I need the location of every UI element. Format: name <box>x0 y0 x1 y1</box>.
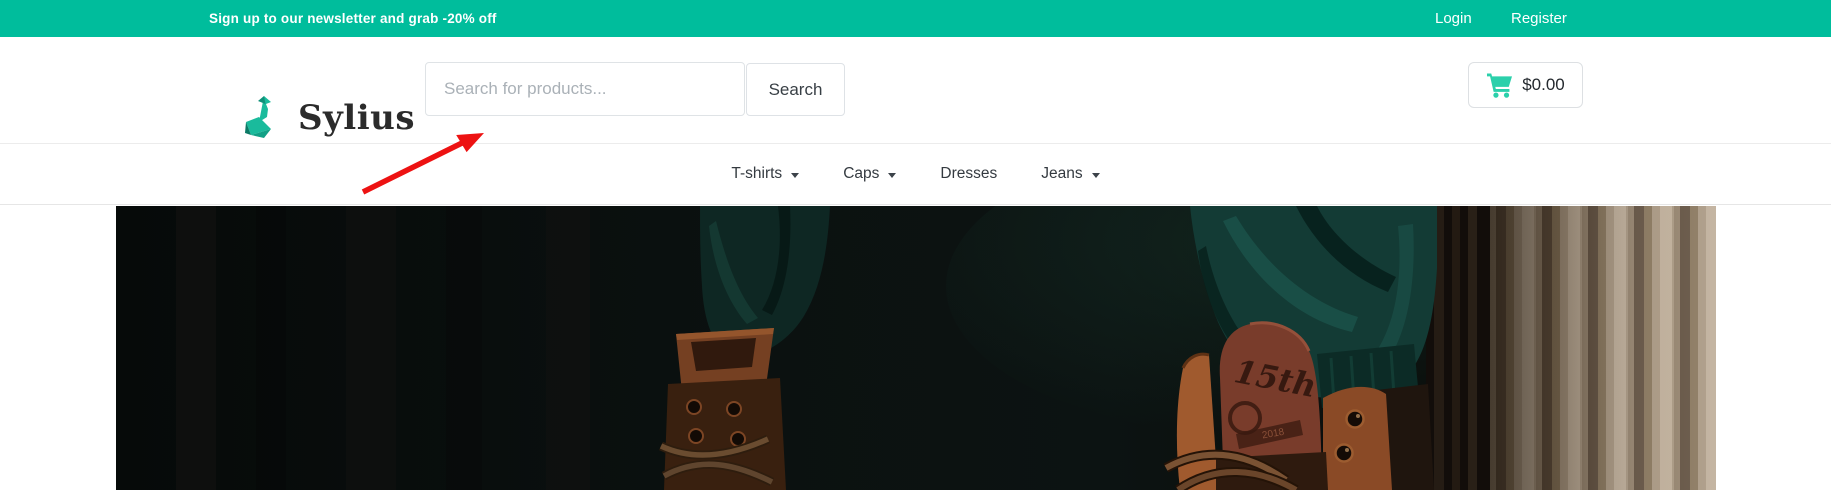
nav-item-label: T-shirts <box>731 165 782 183</box>
main-nav: T-shirts Caps Dresses Jeans <box>0 144 1831 205</box>
nav-item-label: Caps <box>843 165 879 183</box>
cart-icon <box>1486 72 1513 98</box>
caret-down-icon <box>1092 173 1100 178</box>
cart-button[interactable]: $0.00 <box>1468 62 1583 108</box>
nav-item-t-shirts[interactable]: T-shirts <box>731 165 799 183</box>
announcement-text: Sign up to our newsletter and grab -20% … <box>209 0 497 37</box>
nav-item-jeans[interactable]: Jeans <box>1041 165 1099 183</box>
register-link[interactable]: Register <box>1511 0 1567 37</box>
nav-item-caps[interactable]: Caps <box>843 165 896 183</box>
nav-item-label: Jeans <box>1041 165 1082 183</box>
announcement-bar: Sign up to our newsletter and grab -20% … <box>0 0 1831 37</box>
swan-icon <box>244 95 284 141</box>
site-header: Sylius Search $0.00 <box>0 37 1831 144</box>
caret-down-icon <box>791 173 799 178</box>
hero-image: 15th 2018 <box>116 206 1716 490</box>
login-link[interactable]: Login <box>1435 0 1472 37</box>
caret-down-icon <box>888 173 896 178</box>
search-button[interactable]: Search <box>746 63 845 116</box>
storefront-page: Sign up to our newsletter and grab -20% … <box>0 0 1831 490</box>
sylius-logo[interactable]: Sylius <box>244 93 415 143</box>
cart-total: $0.00 <box>1522 75 1565 95</box>
nav-item-dresses[interactable]: Dresses <box>940 165 997 183</box>
nav-item-label: Dresses <box>940 165 997 183</box>
search-input[interactable] <box>425 62 745 116</box>
logo-text: Sylius <box>298 98 415 138</box>
